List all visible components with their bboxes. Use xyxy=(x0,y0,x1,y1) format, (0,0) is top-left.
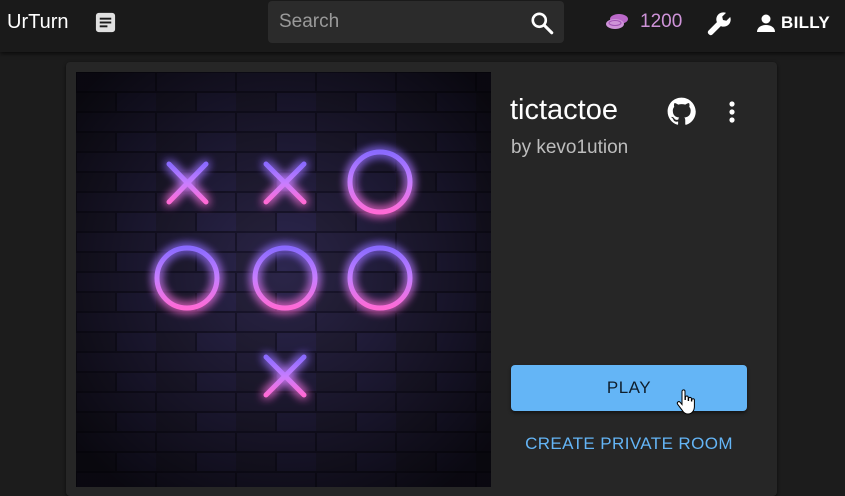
create-private-room-button[interactable]: CREATE PRIVATE ROOM xyxy=(511,425,747,463)
game-cover-image xyxy=(76,72,491,487)
user-menu[interactable]: BILLY xyxy=(754,11,830,35)
search-input[interactable] xyxy=(268,1,518,43)
play-button[interactable]: PLAY xyxy=(511,365,747,411)
game-author: by kevo1ution xyxy=(511,137,629,158)
document-icon[interactable] xyxy=(94,11,117,34)
coin-balance[interactable]: 1200 xyxy=(604,10,682,34)
hand-cursor-icon xyxy=(676,389,695,415)
search-box xyxy=(268,1,564,43)
app-brand[interactable]: UrTurn xyxy=(7,11,68,34)
user-icon xyxy=(757,14,775,32)
top-navigation-bar: UrTurn 1200 BILLY xyxy=(0,0,845,52)
game-title: tictactoe xyxy=(510,94,618,126)
username: BILLY xyxy=(781,13,831,32)
more-vertical-icon[interactable] xyxy=(720,99,744,125)
coins-amount: 1200 xyxy=(640,11,683,32)
github-icon[interactable] xyxy=(667,97,696,126)
coins-icon xyxy=(606,14,628,29)
wrench-icon[interactable] xyxy=(706,10,733,37)
search-icon[interactable] xyxy=(529,10,555,36)
